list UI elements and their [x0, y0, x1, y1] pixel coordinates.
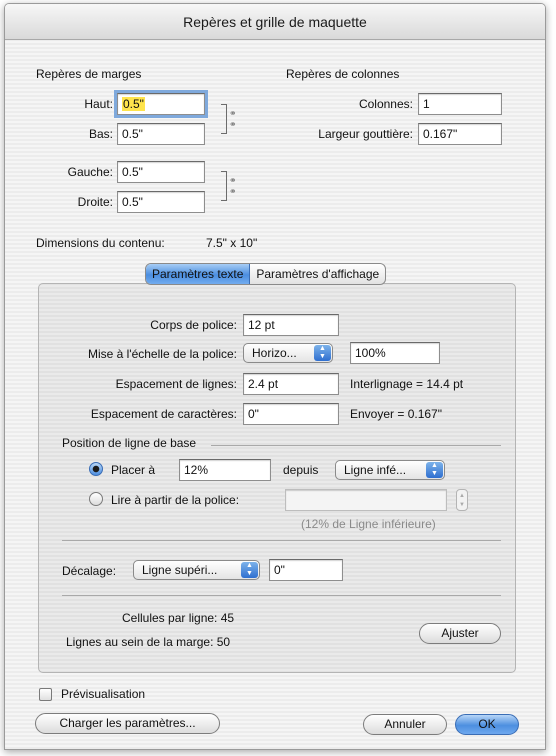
interlignage-text: Interlignage = 14.4 pt	[350, 377, 464, 391]
haut-label: Haut:	[84, 97, 113, 111]
droite-label: Droite:	[77, 195, 113, 209]
placer-radio[interactable]	[89, 462, 103, 476]
echelle-value-input[interactable]: 100%	[350, 342, 440, 364]
gouttiere-label: Largeur gouttière:	[318, 127, 413, 141]
espacement-lignes-input[interactable]: 2.4 pt	[243, 373, 339, 395]
margins-heading: Repères de marges	[36, 67, 142, 81]
chain-link-icon[interactable]: ⚭ ⚭	[229, 175, 241, 197]
gouttiere-input[interactable]: 0.167"	[418, 123, 502, 145]
preview-label: Prévisualisation	[61, 687, 146, 701]
depuis-label: depuis	[283, 463, 319, 477]
decalage-input[interactable]: 0"	[269, 559, 343, 581]
depuis-select[interactable]: Ligne infé... ▲ ▼	[335, 460, 445, 480]
window-title: Repères et grille de maquette	[5, 4, 545, 40]
gauche-label: Gauche:	[67, 165, 113, 179]
cellules-text: Cellules par ligne: 45	[122, 611, 235, 625]
espacement-lignes-label: Espacement de lignes:	[115, 377, 237, 391]
gauche-input[interactable]: 0.5"	[117, 161, 205, 183]
margin-link-bracket-top	[221, 104, 227, 134]
offset-separator	[62, 540, 501, 541]
bas-label: Bas:	[88, 127, 113, 141]
ajuster-button[interactable]: Ajuster	[419, 623, 501, 644]
placer-label: Placer à	[111, 463, 156, 477]
tab-parametres-texte[interactable]: Paramètres texte	[146, 264, 251, 284]
stats-separator	[62, 595, 501, 596]
espacement-caracteres-input[interactable]: 0"	[243, 403, 339, 425]
envoyer-text: Envoyer = 0.167"	[350, 407, 442, 421]
haut-input[interactable]: 0.5"	[117, 93, 205, 115]
dialog-window: Repères et grille de maquette Repères de…	[4, 3, 546, 750]
corps-label: Corps de police:	[150, 318, 237, 332]
preview-checkbox[interactable]	[39, 688, 52, 701]
chain-link-icon[interactable]: ⚭ ⚭	[229, 108, 241, 130]
echelle-select[interactable]: Horizo... ▲ ▼	[243, 343, 333, 363]
decalage-select[interactable]: Ligne supéri... ▲ ▼	[133, 560, 260, 580]
lignes-text: Lignes au sein de la marge: 50	[66, 635, 231, 649]
espacement-caracteres-label: Espacement de caractères:	[90, 407, 237, 421]
popup-arrows-icon: ▲ ▼	[241, 562, 258, 578]
colonnes-label: Colonnes:	[358, 97, 413, 111]
decalage-label: Décalage:	[62, 564, 117, 578]
echelle-label: Mise à l'échelle de la police:	[87, 347, 237, 361]
columns-heading: Repères de colonnes	[286, 67, 400, 81]
content-dimensions-value: 7.5" x 10"	[206, 236, 258, 250]
ok-button[interactable]: OK	[455, 714, 519, 735]
annuler-button[interactable]: Annuler	[363, 714, 447, 735]
tab-parametres-affichage[interactable]: Paramètres d'affichage	[250, 264, 385, 284]
lire-radio[interactable]	[89, 492, 103, 506]
settings-tabs: Paramètres texte Paramètres d'affichage	[145, 263, 387, 285]
lire-stepper[interactable]: ▲ ▼	[456, 489, 468, 511]
colonnes-input[interactable]: 1	[418, 93, 502, 115]
content-dimensions-label: Dimensions du contenu:	[36, 236, 165, 250]
settings-group-box	[38, 283, 516, 673]
placer-input[interactable]: 12%	[179, 459, 271, 481]
baseline-heading: Position de ligne de base	[62, 436, 197, 450]
charger-parametres-button[interactable]: Charger les paramètres...	[35, 713, 220, 734]
popup-arrows-icon: ▲ ▼	[314, 345, 331, 361]
popup-arrows-icon: ▲ ▼	[426, 462, 443, 478]
corps-input[interactable]: 12 pt	[243, 314, 339, 336]
droite-input[interactable]: 0.5"	[117, 191, 205, 213]
lire-input[interactable]	[285, 489, 447, 511]
baseline-hint-text: (12% de Ligne inférieure)	[301, 517, 436, 531]
baseline-separator	[211, 445, 501, 446]
bas-input[interactable]: 0.5"	[117, 123, 205, 145]
margin-link-bracket-bottom	[221, 171, 227, 201]
lire-label: Lire à partir de la police:	[111, 493, 240, 507]
